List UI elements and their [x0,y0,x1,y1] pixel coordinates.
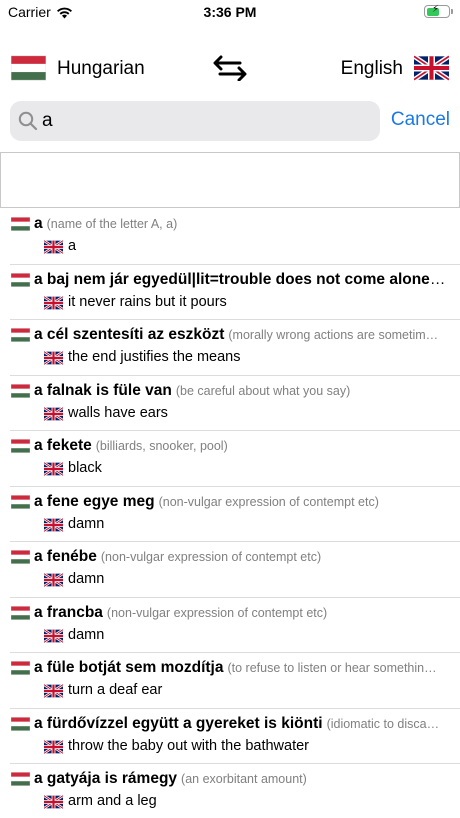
list-item[interactable]: a fürdővízzel együtt a gyereket is kiönt… [10,709,460,764]
entry-term: a fene egye meg [34,492,155,510]
entry-translation: the end justifies the means [68,349,241,365]
entry-headword: a francba (non-vulgar expression of conte… [34,604,446,622]
hungarian-flag-icon [11,772,30,786]
list-item[interactable]: a francba (non-vulgar expression of conte… [10,598,460,653]
entry-term: a [34,215,43,232]
search-input[interactable] [42,101,372,141]
list-item[interactable]: a fenébe (non-vulgar expression of contem… [10,542,460,598]
entry-translation: a [68,238,77,254]
entry-translation: damn [68,571,105,587]
english-flag-icon [44,240,63,254]
list-item[interactable]: a cél szentesíti az eszközt (morally wron… [10,320,460,376]
charging-bolt-icon: ⚡ [432,4,440,15]
source-language-button[interactable]: Hungarian [57,58,145,80]
hungarian-flag-icon [11,550,30,564]
list-item[interactable]: a fekete (billiards, snooker, pool) black [10,431,460,487]
entry-headword: a (name of the letter A, a) [34,215,446,233]
status-bar: Carrier 3:36 PM ⚡ [0,0,460,24]
entry-note: (morally wrong actions are sometim… [228,328,439,342]
entry-term: a fürdővízzel együtt a gyereket is kiönt… [34,714,323,732]
english-flag-icon [44,407,63,421]
entry-headword: a fenébe (non-vulgar expression of contem… [34,548,446,566]
entry-note: (billiards, snooker, pool) [95,439,228,453]
list-item[interactable]: a baj nem jár egyedül|lit=trouble does n… [10,265,460,320]
status-time: 3:36 PM [203,4,257,20]
entry-headword: a falnak is füle van (be careful about wh… [34,382,446,400]
search-field[interactable] [10,101,380,141]
entry-translation: it never rains but it pours [68,293,227,310]
entry-term: a francba [34,603,103,621]
search-icon [18,111,38,131]
entry-note: (to refuse to listen or hear somethin… [227,661,437,675]
hungarian-flag-icon[interactable] [11,54,46,82]
entry-note: (non-vulgar expression of contempt etc) [106,605,328,620]
entry-headword: a fene egye meg (non-vulgar expression of… [34,493,446,511]
battery-charging-icon: ⚡ [424,4,453,18]
entry-translation: turn a deaf ear [68,682,163,698]
entry-term: a falnak is füle van [34,381,172,399]
hungarian-flag-icon [11,439,30,453]
entry-translation: arm and a leg [68,793,157,809]
entry-note: (idiomatic to disca… [326,716,440,731]
entry-term: a füle botját sem mozdítja [34,659,224,676]
entry-translation: throw the baby out with the bathwater [68,737,310,754]
entry-translation: black [68,460,102,476]
swap-arrows-icon[interactable] [212,55,248,81]
entry-headword: a füle botját sem mozdítja (to refuse to … [34,659,446,677]
entry-translation: walls have ears [68,404,168,421]
english-flag-icon [44,296,63,310]
hungarian-flag-icon [11,217,30,231]
entry-term: a fenébe [34,548,97,565]
list-item[interactable]: a gatyája is rámegy (an exorbitant amount… [10,764,460,818]
entry-term: a baj nem jár egyedül|lit=trouble does n… [34,270,446,288]
hungarian-flag-icon [11,717,30,731]
english-flag-icon [44,629,63,643]
entry-headword: a fürdővízzel együtt a gyereket is kiönt… [34,715,446,733]
hungarian-flag-icon [11,273,30,287]
entry-term: a cél szentesíti az eszközt [34,326,225,343]
hungarian-flag-icon [11,495,30,509]
entry-headword: a fekete (billiards, snooker, pool) [34,437,446,455]
entry-note: (non-vulgar expression of contempt etc) [100,550,322,564]
english-flag-icon [44,740,63,754]
english-flag-icon [44,795,63,809]
list-item[interactable]: a füle botját sem mozdítja (to refuse to … [10,653,460,709]
english-flag-icon [44,351,63,365]
english-flag-icon [44,684,63,698]
english-flag-icon[interactable] [414,54,449,82]
hungarian-flag-icon [11,328,30,342]
entry-note: (be careful about what you say) [175,383,351,398]
entry-headword: a gatyája is rámegy (an exorbitant amount… [34,770,446,788]
entry-translation: damn [68,626,105,643]
entry-headword: a baj nem jár egyedül|lit=trouble does n… [34,271,446,289]
banner-placeholder [0,152,460,208]
entry-term: a fekete [34,437,92,454]
results-list: a (name of the letter A, a) a a baj nem jár… [0,209,460,818]
english-flag-icon [44,462,63,476]
hungarian-flag-icon [11,606,30,620]
entry-headword: a cél szentesíti az eszközt (morally wron… [34,326,446,344]
list-item[interactable]: a falnak is füle van (be careful about wh… [10,376,460,431]
target-language-button[interactable]: English [341,58,403,80]
hungarian-flag-icon [11,661,30,675]
entry-term: a gatyája is rámegy [34,770,178,787]
english-flag-icon [44,573,63,587]
list-item[interactable]: a fene egye meg (non-vulgar expression of… [10,487,460,542]
entry-note: (name of the letter A, a) [46,217,178,231]
english-flag-icon [44,518,63,532]
hungarian-flag-icon [11,384,30,398]
cancel-button[interactable]: Cancel [391,109,450,131]
list-item[interactable]: a (name of the letter A, a) a [10,209,460,265]
entry-note: (non-vulgar expression of contempt etc) [158,494,379,509]
entry-note: (an exorbitant amount) [181,772,307,786]
language-header: Hungarian English [0,48,460,90]
entry-translation: damn [68,515,105,532]
